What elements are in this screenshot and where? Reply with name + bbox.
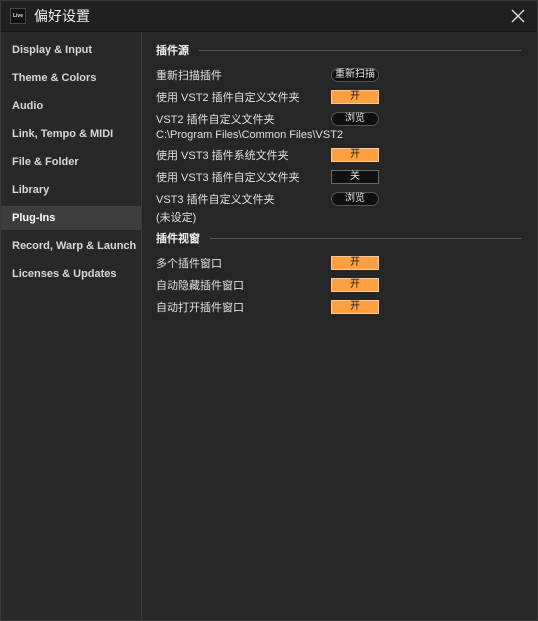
title-bar: Live 偏好设置 bbox=[1, 1, 537, 32]
vst2-browse-button[interactable]: 浏览 bbox=[331, 112, 379, 126]
auto-hide-row: 自动隐藏插件窗口 开 bbox=[156, 277, 521, 293]
sidebar-item-plug-ins[interactable]: Plug-Ins bbox=[1, 206, 141, 230]
vst3-custom-use-label: 使用 VST3 插件自定义文件夹 bbox=[156, 172, 300, 184]
vst2-custom-use-label: 使用 VST2 插件自定义文件夹 bbox=[156, 92, 300, 104]
auto-hide-toggle[interactable]: 开 bbox=[331, 278, 379, 292]
vst2-folder-row: VST2 插件自定义文件夹 浏览 bbox=[156, 111, 521, 127]
vst3-folder-path: (未设定) bbox=[156, 212, 197, 224]
preferences-sidebar: Display & Input Theme & Colors Audio Lin… bbox=[1, 32, 142, 620]
close-icon bbox=[511, 9, 525, 23]
plugin-windows-section: 插件视窗 bbox=[156, 231, 521, 245]
vst2-custom-use-row: 使用 VST2 插件自定义文件夹 开 bbox=[156, 89, 521, 105]
multi-window-label: 多个插件窗口 bbox=[156, 258, 222, 270]
vst3-system-row: 使用 VST3 插件系统文件夹 开 bbox=[156, 147, 521, 163]
plugin-sources-heading: 插件源 bbox=[156, 45, 189, 57]
preferences-window: Live 偏好设置 Display & Input Theme & Colors… bbox=[0, 0, 538, 621]
multi-window-row: 多个插件窗口 开 bbox=[156, 255, 521, 271]
auto-open-row: 自动打开插件窗口 开 bbox=[156, 299, 521, 315]
vst2-custom-toggle[interactable]: 开 bbox=[331, 90, 379, 104]
section-divider bbox=[210, 237, 521, 239]
auto-open-toggle[interactable]: 开 bbox=[331, 300, 379, 314]
window-title: 偏好设置 bbox=[34, 8, 90, 24]
vst3-browse-button[interactable]: 浏览 bbox=[331, 192, 379, 206]
plug-ins-panel: 插件源 重新扫描插件 重新扫描 使用 VST2 插件自定义文件夹 开 VST2 … bbox=[142, 32, 537, 620]
rescan-button[interactable]: 重新扫描 bbox=[331, 68, 379, 82]
rescan-label: 重新扫描插件 bbox=[156, 70, 222, 82]
sidebar-item-theme-colors[interactable]: Theme & Colors bbox=[1, 66, 141, 90]
vst3-folder-label: VST3 插件自定义文件夹 bbox=[156, 194, 275, 206]
auto-open-label: 自动打开插件窗口 bbox=[156, 302, 244, 314]
vst2-folder-path: C:\Program Files\Common Files\VST2 bbox=[156, 129, 344, 141]
plugin-sources-section: 插件源 bbox=[156, 43, 521, 57]
vst3-system-toggle[interactable]: 开 bbox=[331, 148, 379, 162]
vst3-system-label: 使用 VST3 插件系统文件夹 bbox=[156, 150, 289, 162]
multi-window-toggle[interactable]: 开 bbox=[331, 256, 379, 270]
vst3-folder-row: VST3 插件自定义文件夹 浏览 bbox=[156, 191, 521, 207]
rescan-row: 重新扫描插件 重新扫描 bbox=[156, 67, 521, 83]
close-button[interactable] bbox=[509, 7, 527, 25]
vst3-custom-use-row: 使用 VST3 插件自定义文件夹 关 bbox=[156, 169, 521, 185]
sidebar-item-display-input[interactable]: Display & Input bbox=[1, 38, 141, 62]
vst2-folder-label: VST2 插件自定义文件夹 bbox=[156, 114, 275, 126]
sidebar-item-library[interactable]: Library bbox=[1, 178, 141, 202]
sidebar-item-file-folder[interactable]: File & Folder bbox=[1, 150, 141, 174]
sidebar-item-record-warp-launch[interactable]: Record, Warp & Launch bbox=[1, 234, 141, 258]
plugin-windows-heading: 插件视窗 bbox=[156, 233, 200, 245]
vst3-custom-toggle[interactable]: 关 bbox=[331, 170, 379, 184]
live-app-icon: Live bbox=[10, 8, 26, 24]
sidebar-item-link-tempo-midi[interactable]: Link, Tempo & MIDI bbox=[1, 122, 141, 146]
section-divider bbox=[199, 49, 521, 51]
sidebar-item-audio[interactable]: Audio bbox=[1, 94, 141, 118]
sidebar-item-licenses-updates[interactable]: Licenses & Updates bbox=[1, 262, 141, 286]
auto-hide-label: 自动隐藏插件窗口 bbox=[156, 280, 244, 292]
